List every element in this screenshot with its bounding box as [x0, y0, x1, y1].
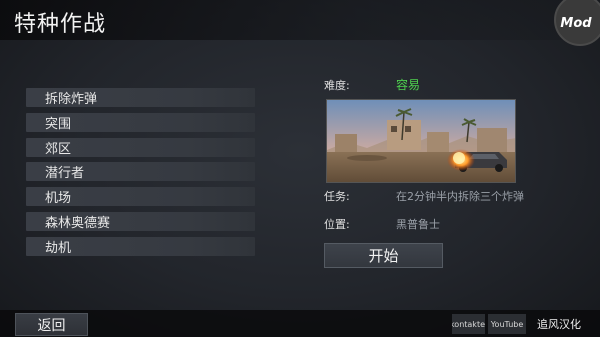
mission-label: 森林奥德赛 — [45, 215, 111, 231]
mission-item-stalker[interactable]: 潜行者 — [26, 162, 255, 182]
mission-list: 拆除炸弹 突围 郊区 潜行者 机场 森林奥德赛 劫机 — [26, 88, 255, 262]
difficulty-row: 难度: 容易 — [324, 76, 519, 93]
difficulty-label: 难度: — [324, 78, 350, 92]
location-row: 位置: 黑普鲁士 — [324, 216, 440, 232]
mission-label: 郊区 — [45, 141, 72, 157]
task-row: 任务: 在2分钟半内拆除三个炸弹 — [324, 188, 524, 204]
mission-item-airport[interactable]: 机场 — [26, 187, 255, 207]
mission-item-forest-odyssey[interactable]: 森林奥德赛 — [26, 211, 255, 231]
location-value: 黑普鲁士 — [396, 218, 440, 231]
task-value: 在2分钟半内拆除三个炸弹 — [396, 190, 524, 203]
mission-item-defuse-bomb[interactable]: 拆除炸弹 — [26, 88, 255, 107]
mission-preview-image — [326, 99, 516, 183]
mission-label: 拆除炸弹 — [45, 92, 98, 107]
mission-item-hijack[interactable]: 劫机 — [26, 236, 255, 256]
difficulty-value: 容易 — [396, 78, 421, 92]
localizer-credit: 追风汉化 — [537, 318, 581, 331]
mission-item-suburbs[interactable]: 郊区 — [26, 137, 255, 157]
back-button[interactable]: 返回 — [15, 313, 88, 336]
mission-label: 劫机 — [45, 240, 72, 256]
desert-town-scene-icon — [327, 100, 515, 182]
mission-item-breakout[interactable]: 突围 — [26, 112, 255, 132]
task-label: 任务: — [324, 190, 350, 203]
mission-label: 突围 — [45, 116, 72, 132]
page-title: 特种作战 — [14, 12, 107, 37]
mission-label: 潜行者 — [45, 166, 85, 182]
location-label: 位置: — [324, 218, 350, 231]
youtube-link[interactable]: YouTube — [488, 314, 526, 334]
start-button[interactable]: 开始 — [324, 243, 443, 268]
mission-label: 机场 — [45, 191, 72, 207]
vkontakte-link[interactable]: Vkontakte — [452, 314, 485, 334]
